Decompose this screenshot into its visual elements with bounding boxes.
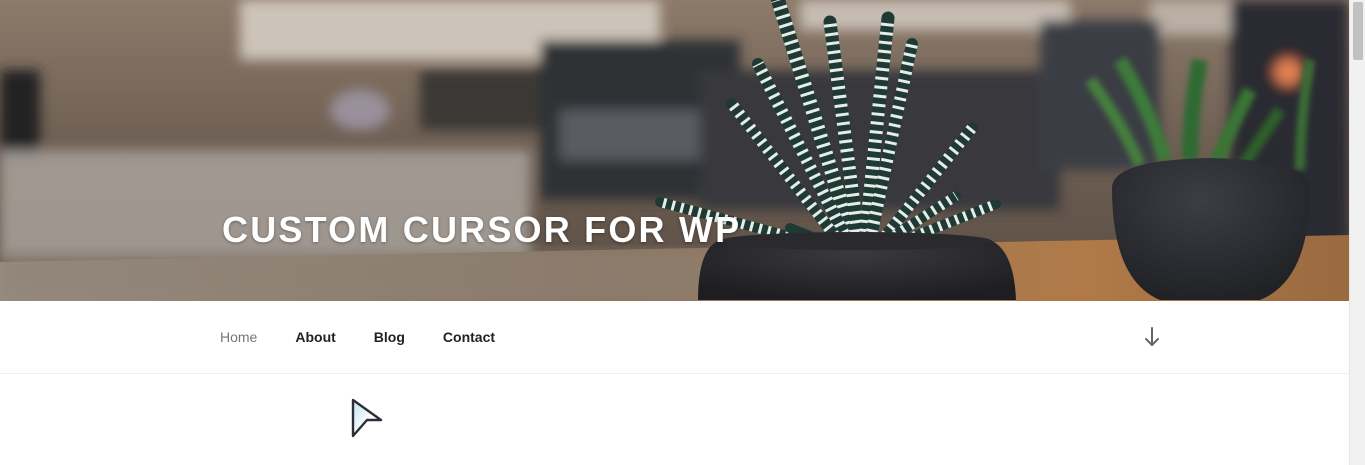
page: CUSTOM CURSOR FOR WP Home About Blog Con… <box>0 0 1365 465</box>
custom-arrow-cursor-icon <box>351 398 383 438</box>
nav-item-contact[interactable]: Contact <box>443 329 495 345</box>
scrollbar-thumb[interactable] <box>1353 2 1363 60</box>
page-scrollbar[interactable] <box>1349 0 1365 465</box>
nav-item-about[interactable]: About <box>295 329 335 345</box>
arrow-down-icon[interactable] <box>1142 326 1162 348</box>
site-header: CUSTOM CURSOR FOR WP <box>0 0 1349 301</box>
nav-item-blog[interactable]: Blog <box>374 329 405 345</box>
nav-item-home[interactable]: Home <box>220 329 257 345</box>
header-background-image <box>0 0 1349 301</box>
site-title[interactable]: CUSTOM CURSOR FOR WP <box>222 208 741 252</box>
nav-menu: Home About Blog Contact <box>220 301 533 373</box>
